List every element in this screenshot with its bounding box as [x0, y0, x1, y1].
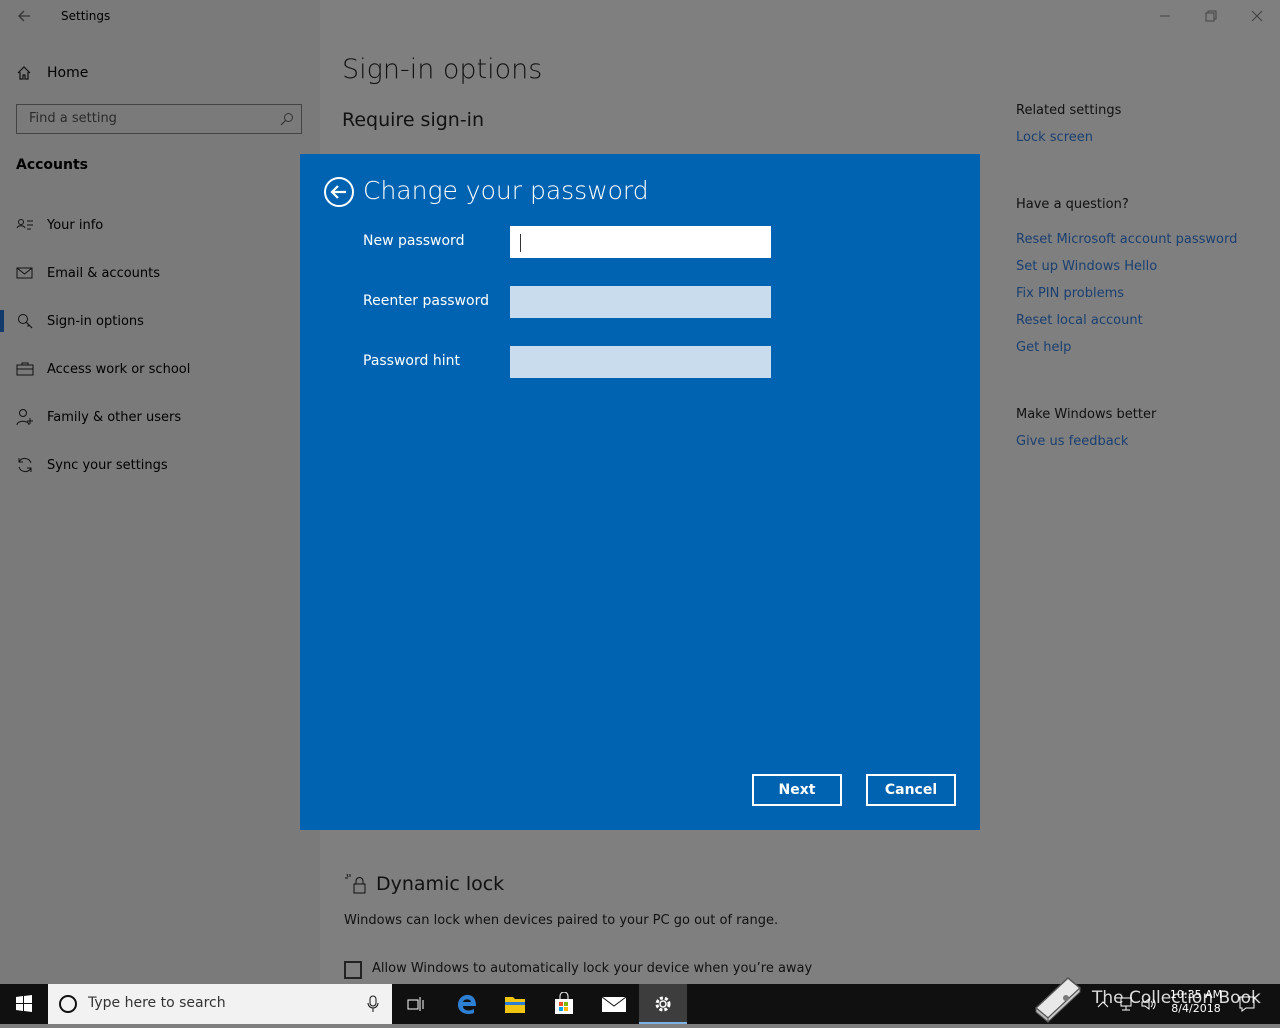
back-circle-arrow-icon[interactable]: [323, 176, 355, 208]
settings-app-icon[interactable]: [639, 984, 687, 1024]
give-feedback-link[interactable]: Give us feedback: [1016, 434, 1128, 449]
password-hint-label: Password hint: [363, 353, 460, 369]
related-settings-heading: Related settings: [1016, 103, 1122, 118]
lock-screen-link[interactable]: Lock screen: [1016, 130, 1093, 145]
sidebar-item-access-work[interactable]: Access work or school: [0, 349, 320, 389]
task-view-glyph: [407, 997, 424, 1011]
person-card-icon: [16, 219, 33, 230]
edge-glyph: [458, 994, 476, 1015]
sidebar-item-label: Sign-in options: [47, 313, 144, 329]
home-icon: [17, 66, 31, 80]
reset-local-account-link[interactable]: Reset local account: [1016, 313, 1143, 328]
search-icon[interactable]: [280, 112, 294, 126]
dynamic-lock-checkbox[interactable]: [344, 961, 362, 979]
sidebar-item-label: Email & accounts: [47, 265, 161, 281]
cancel-button[interactable]: Cancel: [866, 774, 956, 806]
key-icon: [18, 314, 33, 329]
get-help-link[interactable]: Get help: [1016, 340, 1071, 355]
nav-home[interactable]: Home: [16, 62, 88, 84]
gear-icon: [655, 996, 671, 1012]
windows-logo-icon: [16, 995, 32, 1012]
sidebar-item-sign-in-options[interactable]: Sign-in options: [0, 301, 320, 341]
search-input[interactable]: [27, 110, 271, 127]
reenter-password-label: Reenter password: [363, 293, 489, 309]
store-glyph: [555, 992, 573, 1014]
reset-ms-password-link[interactable]: Reset Microsoft account password: [1016, 232, 1237, 247]
change-password-dialog: Change your password New password Reente…: [300, 154, 980, 830]
start-button[interactable]: [0, 984, 48, 1024]
task-view-icon[interactable]: [392, 984, 440, 1024]
sidebar-item-your-info[interactable]: Your info: [0, 205, 320, 245]
dynamic-lock-heading: Dynamic lock: [376, 873, 505, 895]
sync-icon: [18, 457, 32, 473]
folder-glyph: [505, 997, 525, 1013]
close-icon[interactable]: [1249, 8, 1265, 24]
mail-glyph: [601, 996, 627, 1012]
minimize-icon[interactable]: [1157, 8, 1173, 24]
section-accounts: Accounts: [16, 157, 89, 173]
sidebar-item-label: Family & other users: [47, 409, 182, 425]
sidebar-item-label: Sync your settings: [47, 457, 168, 473]
nav-home-label: Home: [47, 65, 89, 81]
briefcase-icon: [16, 362, 34, 376]
new-password-label: New password: [363, 233, 465, 249]
text-caret: [520, 234, 521, 252]
page-title: Sign-in options: [342, 54, 543, 85]
windows-hello-link[interactable]: Set up Windows Hello: [1016, 259, 1157, 274]
back-arrow-icon[interactable]: [16, 8, 32, 24]
dynamic-lock-checkbox-label[interactable]: Allow Windows to automatically lock your…: [372, 961, 812, 976]
watermark-text: The Collection Book: [1092, 988, 1261, 1008]
dialog-title: Change your password: [363, 176, 649, 205]
window-title: Settings: [61, 9, 111, 23]
add-person-icon: [16, 409, 33, 426]
sidebar-item-email-accounts[interactable]: Email & accounts: [0, 253, 320, 293]
dynamic-lock-icon: [345, 873, 366, 894]
edge-icon[interactable]: [443, 984, 491, 1024]
new-password-input[interactable]: [510, 226, 771, 258]
sidebar-item-family[interactable]: Family & other users: [0, 397, 320, 437]
sidebar: [0, 0, 320, 984]
next-button[interactable]: Next: [752, 774, 842, 806]
file-explorer-icon[interactable]: [491, 984, 539, 1024]
make-windows-better-heading: Make Windows better: [1016, 407, 1157, 422]
search-box[interactable]: [16, 104, 302, 134]
question-heading: Have a question?: [1016, 197, 1129, 212]
mail-app-icon[interactable]: [590, 984, 638, 1024]
store-icon[interactable]: [540, 984, 588, 1024]
title-bar: Settings: [0, 0, 1280, 32]
taskbar-search-text: Type here to search: [88, 995, 226, 1011]
microphone-icon[interactable]: [366, 995, 380, 1013]
section-title-require-sign-in: Require sign-in: [342, 109, 484, 131]
cortana-icon: [59, 995, 77, 1013]
password-hint-input[interactable]: [510, 346, 771, 378]
mail-icon: [16, 267, 33, 279]
restore-icon[interactable]: [1203, 8, 1219, 24]
dynamic-lock-description: Windows can lock when devices paired to …: [344, 913, 779, 928]
sidebar-item-label: Your info: [47, 217, 104, 233]
fix-pin-link[interactable]: Fix PIN problems: [1016, 286, 1124, 301]
sidebar-item-sync[interactable]: Sync your settings: [0, 445, 320, 485]
taskbar-search[interactable]: Type here to search: [48, 984, 392, 1024]
sidebar-item-label: Access work or school: [47, 361, 191, 377]
reenter-password-input[interactable]: [510, 286, 771, 318]
